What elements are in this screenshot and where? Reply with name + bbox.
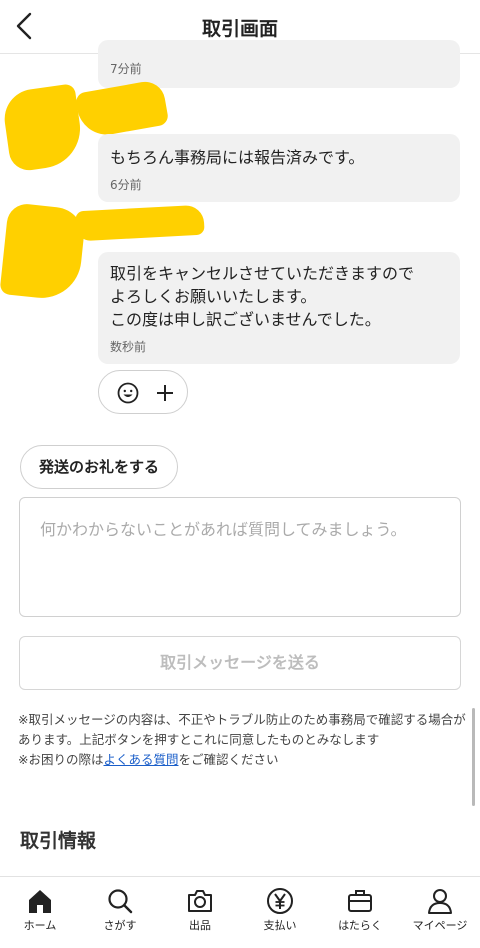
tab-search[interactable]: さがす <box>80 877 160 948</box>
tab-label: 支払い <box>263 919 297 932</box>
briefcase-icon <box>348 890 372 912</box>
tab-mypage[interactable]: マイページ <box>400 877 480 948</box>
search-icon <box>108 889 133 914</box>
notice-line: ※取引メッセージの内容は、不正やトラブル防止のため事務局で確認する場合があります… <box>18 712 466 747</box>
message-time: 7分前 <box>110 62 142 76</box>
message-time: 6分前 <box>110 178 142 192</box>
tab-label: さがす <box>103 919 137 932</box>
smile-icon[interactable] <box>117 382 139 404</box>
send-message-button[interactable]: 取引メッセージを送る <box>19 636 461 690</box>
tab-home[interactable]: ホーム <box>0 877 80 948</box>
notice-prefix: ※お困りの際は <box>18 752 104 767</box>
tab-work[interactable]: はたらく <box>320 877 400 948</box>
tab-label: はたらく <box>338 919 382 932</box>
notice-line: ※お困りの際はよくある質問をご確認ください <box>18 750 468 770</box>
home-icon <box>29 890 51 913</box>
tab-payment[interactable]: 支払い <box>240 877 320 948</box>
page-title: 取引画面 <box>201 18 278 40</box>
notice-suffix: をご確認ください <box>178 752 279 767</box>
message-bubble: 取引をキャンセルさせていただきますので よろしくお願いいたします。 この度は申し… <box>98 252 460 364</box>
section-title: 取引情報 <box>20 830 97 852</box>
tab-bar: ホーム さがす 出品 支払い はたらく マイページ <box>0 876 480 948</box>
send-thanks-button[interactable]: 発送のお礼をする <box>20 445 178 489</box>
person-icon <box>428 889 452 914</box>
reaction-button[interactable] <box>98 370 188 414</box>
tab-sell[interactable]: 出品 <box>160 877 240 948</box>
message-bubble: もちろん事務局には報告済みです。 6分前 <box>98 134 460 202</box>
tab-label: 出品 <box>189 919 211 932</box>
notice-text: ※取引メッセージの内容は、不正やトラブル防止のため事務局で確認する場合があります… <box>18 710 468 770</box>
message-bubble: 7分前 <box>98 40 460 88</box>
faq-link[interactable]: よくある質問 <box>103 752 178 767</box>
message-input[interactable] <box>19 497 461 617</box>
message-time: 数秒前 <box>110 340 147 354</box>
plus-icon[interactable] <box>154 382 176 404</box>
tab-label: マイページ <box>412 919 468 932</box>
tab-label: ホーム <box>23 919 57 932</box>
scrollbar[interactable] <box>472 708 475 806</box>
camera-icon <box>188 890 212 912</box>
message-text: 取引をキャンセルさせていただきますので よろしくお願いいたします。 この度は申し… <box>110 264 415 329</box>
message-text: もちろん事務局には報告済みです。 <box>110 148 365 167</box>
yen-icon <box>267 888 293 914</box>
